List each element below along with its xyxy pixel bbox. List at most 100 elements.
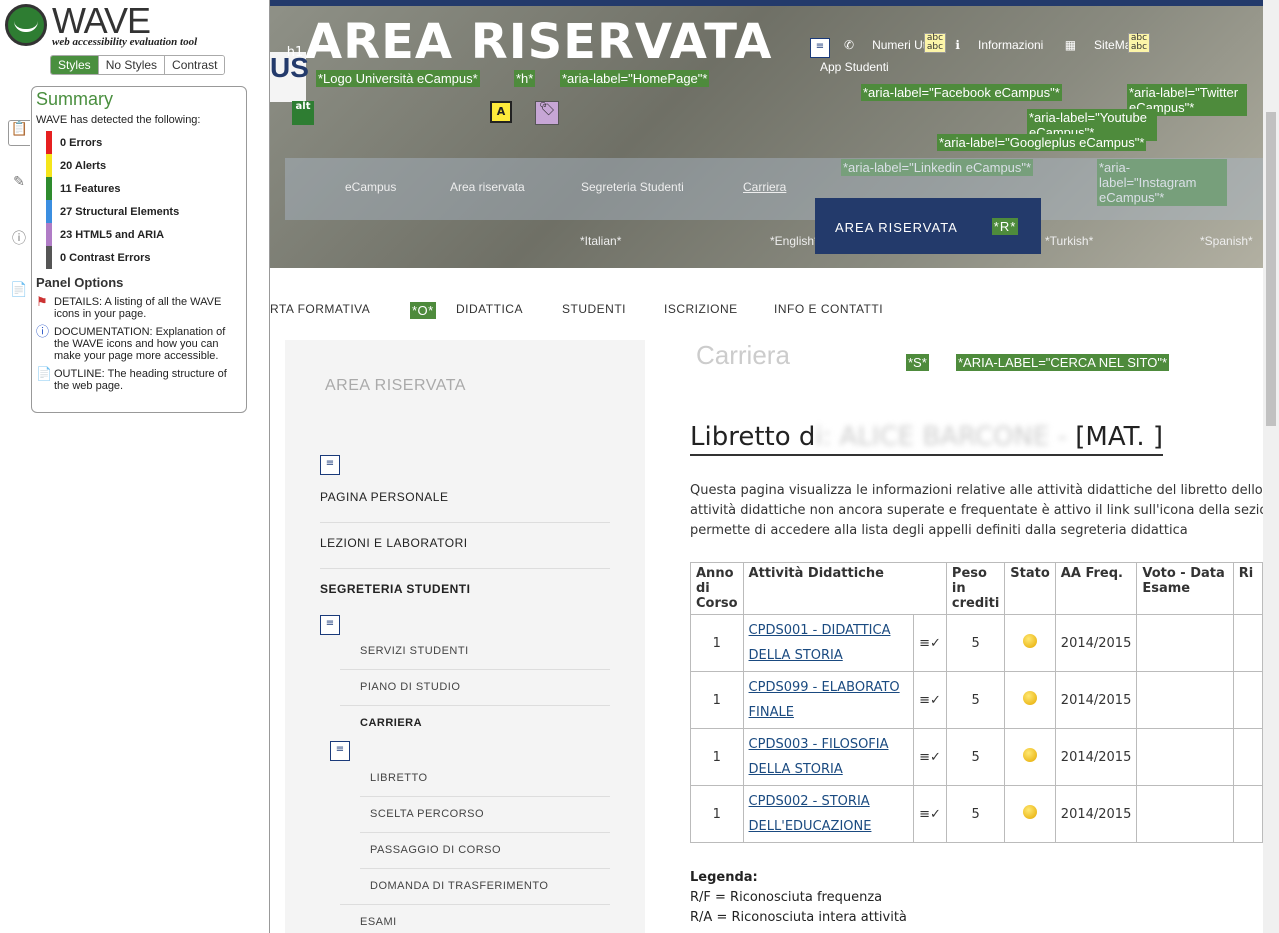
nav-iscrizione[interactable]: ISCRIZIONE — [664, 302, 738, 316]
abc-alert-icon: abc abc — [1128, 33, 1150, 53]
nav-info-contatti[interactable]: INFO E CONTATTI — [774, 302, 883, 316]
area-riservata-button[interactable]: AREA RISERVATA *R* — [815, 198, 1041, 254]
sidebar-item-libretto[interactable]: LIBRETTO — [370, 772, 428, 784]
tab-styles[interactable]: Styles — [51, 56, 98, 74]
aria-tag-icon: 🏷 — [535, 101, 559, 125]
accesskey-icon: A — [490, 101, 512, 123]
aria-count[interactable]: 23 HTML5 and ARIA — [46, 223, 242, 246]
crumb-segreteria[interactable]: Segreteria Studenti — [581, 180, 684, 194]
sidebar-item-pagina-personale[interactable]: PAGINA PERSONALE — [320, 490, 449, 504]
sidebar-item-passaggio[interactable]: PASSAGGIO DI CORSO — [370, 844, 501, 856]
details-flag-icon: ⚑ — [36, 294, 48, 309]
lang-english[interactable]: *English* — [770, 234, 819, 248]
tab-no-styles[interactable]: No Styles — [97, 56, 165, 74]
th-peso: Peso in crediti — [945, 562, 1006, 615]
documentation-icon[interactable]: ⓘ — [8, 228, 30, 254]
scrollbar-thumb[interactable] — [1266, 112, 1276, 426]
abc-alert-icon: abc abc — [924, 33, 946, 53]
libretto-table: Anno di Corso Attività Didattiche Peso i… — [690, 562, 1263, 843]
student-name-blurred: i: ALICE BARCONE - — [815, 422, 1067, 452]
sidebar-item-trasferimento[interactable]: DOMANDA DI TRASFERIMENTO — [370, 880, 548, 892]
info-icon: ⓘ — [36, 324, 50, 339]
option-documentation[interactable]: ⓘ DOCUMENTATION: Explanation of the WAVE … — [36, 324, 242, 362]
sidebar: AREA RISERVATA ≡ PAGINA PERSONALE LEZION… — [285, 340, 645, 933]
sidebar-heading: AREA RISERVATA — [325, 377, 466, 394]
list-icon: ≡ — [810, 38, 830, 58]
wave-logo-icon — [5, 4, 47, 46]
contrast-count[interactable]: 0 Contrast Errors — [46, 246, 242, 269]
th-anno: Anno di Corso — [690, 562, 744, 615]
summary-icon[interactable]: 📋 — [8, 120, 30, 146]
crumb-ecampus[interactable]: eCampus — [345, 180, 396, 194]
scrollbar[interactable] — [1263, 0, 1279, 933]
th-ri: Ri — [1232, 562, 1263, 615]
googleplus-aria-tag[interactable]: *aria-label="Googleplus eCampus"* — [937, 134, 1147, 151]
search-aria-tag[interactable]: *ARIA-LABEL="CERCA NEL SITO"* — [956, 354, 1170, 371]
link-app-studenti[interactable]: App Studenti — [820, 60, 889, 74]
structural-count[interactable]: 27 Structural Elements — [46, 200, 242, 223]
th-voto: Voto - Data Esame — [1136, 562, 1234, 615]
alt-feature-icon: alt — [292, 101, 314, 125]
th-aa: AA Freq. — [1054, 562, 1138, 615]
link-informazioni[interactable]: Informazioni — [978, 38, 1043, 52]
sidebar-item-servizi[interactable]: SERVIZI STUDENTI — [360, 645, 469, 657]
nav-didattica[interactable]: DIDATTICA — [456, 302, 523, 316]
summary-title: Summary — [36, 89, 114, 109]
page-content: AREA RISERVATA US h1 *Logo Università eC… — [270, 0, 1263, 933]
table-row: 1 CPDS001 - DIDATTICA DELLA STORIA ≡✓ 5 … — [690, 614, 1263, 672]
s-tag: *S* — [906, 354, 929, 371]
tab-contrast[interactable]: Contrast — [164, 56, 225, 74]
main-nav: RTA FORMATIVA *O* DIDATTICA STUDENTI ISC… — [270, 296, 1263, 322]
homepage-aria-tag: *aria-label="HomePage"* — [560, 70, 710, 87]
table-row: 1 CPDS099 - ELABORATO FINALE ≡✓ 5 2014/2… — [690, 671, 1263, 729]
appelli-icon[interactable]: ≡✓ — [913, 728, 947, 786]
outline-icon[interactable]: 📄 — [8, 282, 30, 308]
crumb-carriera[interactable]: Carriera — [743, 180, 786, 194]
wave-panel: WAVE web accessibility evaluation tool S… — [0, 0, 270, 933]
nav-offerta-formativa[interactable]: RTA FORMATIVA — [270, 302, 370, 316]
legend: Legenda: R/F = Riconosciuta frequenza R/… — [690, 868, 907, 928]
crumb-area[interactable]: Area riservata — [450, 180, 525, 194]
h-tag: *h* — [514, 70, 536, 87]
option-outline[interactable]: 📄 OUTLINE: The heading structure of the w… — [36, 366, 242, 392]
status-dot-icon — [1023, 805, 1038, 819]
lang-spanish[interactable]: *Spanish* — [1200, 234, 1253, 248]
wave-view-tabs: Styles No Styles Contrast — [50, 55, 226, 75]
option-details[interactable]: ⚑ DETAILS: A listing of all the WAVE icon… — [36, 294, 242, 320]
nav-studenti[interactable]: STUDENTI — [562, 302, 626, 316]
activity-link[interactable]: CPDS003 - FILOSOFIA DELLA STORIA — [749, 737, 889, 777]
th-attivita: Attività Didattiche — [742, 562, 947, 615]
activity-link[interactable]: CPDS099 - ELABORATO FINALE — [749, 680, 900, 720]
page-description: Questa pagina visualizza le informazioni… — [690, 483, 1263, 538]
errors-count[interactable]: 0 Errors — [46, 131, 242, 154]
phone-icon: ✆ — [844, 38, 855, 52]
sitemap-icon: ▦ — [1064, 38, 1077, 52]
sidebar-item-scelta[interactable]: SCELTA PERCORSO — [370, 808, 484, 820]
appelli-icon[interactable]: ≡✓ — [913, 671, 947, 729]
hero-title: AREA RISERVATA — [305, 14, 773, 70]
sidebar-item-piano[interactable]: PIANO DI STUDIO — [360, 681, 460, 693]
facebook-aria-tag[interactable]: *aria-label="Facebook eCampus"* — [861, 84, 1062, 101]
legend-item: R/F = Riconosciuta frequenza — [690, 890, 883, 905]
appelli-icon[interactable]: ≡✓ — [913, 785, 947, 843]
sidebar-item-lezioni[interactable]: LEZIONI E LABORATORI — [320, 536, 468, 550]
wave-subtitle: web accessibility evaluation tool — [52, 36, 198, 48]
list-icon: ≡ — [320, 615, 340, 635]
features-count[interactable]: 11 Features — [46, 177, 242, 200]
h1-icon: h1 — [286, 45, 304, 60]
activity-link[interactable]: CPDS001 - DIDATTICA DELLA STORIA — [749, 623, 891, 663]
appelli-icon[interactable]: ≡✓ — [913, 614, 947, 672]
logo-alt-tag: *Logo Università eCampus* — [316, 70, 480, 87]
activity-link[interactable]: CPDS002 - STORIA DELL'EDUCAZIONE — [749, 794, 872, 834]
sidebar-item-segreteria[interactable]: SEGRETERIA STUDENTI — [320, 582, 470, 596]
table-row: 1 CPDS003 - FILOSOFIA DELLA STORIA ≡✓ 5 … — [690, 728, 1263, 786]
details-icon[interactable]: ✎ — [8, 174, 30, 200]
alerts-count[interactable]: 20 Alerts — [46, 154, 242, 177]
sidebar-item-esami[interactable]: ESAMI — [360, 916, 397, 928]
info-small-icon: ℹ — [955, 38, 960, 52]
top-links: ✆ Numeri Utili ℹ Informazioni ▦ SiteMap — [844, 38, 1156, 52]
outline-doc-icon: 📄 — [36, 366, 53, 381]
lang-turkish[interactable]: *Turkish* — [1045, 234, 1093, 248]
lang-italian[interactable]: *Italian* — [580, 234, 621, 248]
sidebar-item-carriera[interactable]: CARRIERA — [360, 717, 422, 729]
